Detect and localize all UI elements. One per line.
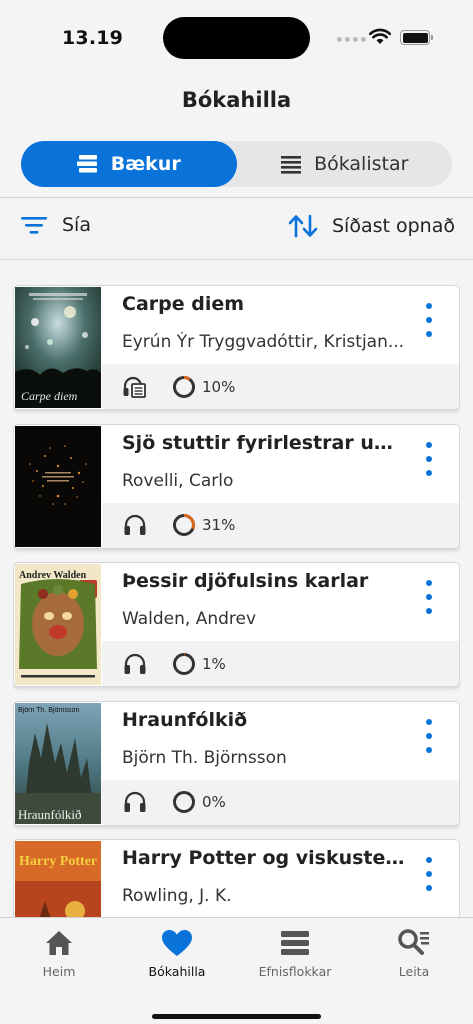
tab-bookshelf[interactable]: Bókahilla (118, 928, 236, 979)
more-options-button[interactable] (421, 303, 437, 337)
tab-bookshelf-label: Bókahilla (148, 964, 206, 979)
book-cover: Andrev Walden (15, 564, 101, 685)
tab-categories-label: Efnisflokkar (258, 964, 332, 979)
progress-text: 10% (202, 377, 236, 396)
books-stack-icon (76, 155, 97, 173)
heart-icon (162, 930, 192, 956)
more-options-button[interactable] (421, 718, 437, 753)
book-footer: 31% (102, 502, 459, 548)
progress-ring-icon (173, 375, 195, 398)
book-title: Sjö stuttir fyrirlestrar um ... (122, 431, 407, 454)
status-time: 13.19 (62, 27, 124, 49)
book-info: Þessir djöfulsins karlar Walden, Andrev (102, 563, 459, 641)
filter-button[interactable]: Sía (20, 214, 91, 236)
book-cover (15, 425, 101, 547)
home-icon (46, 931, 72, 955)
book-card[interactable]: Harry Potter Harry Potter og viskustein.… (13, 839, 460, 918)
tab-categories[interactable]: Efnisflokkar (236, 928, 354, 979)
dynamic-island (163, 17, 310, 59)
book-title: Hraunfólkið (122, 708, 248, 731)
book-title: Carpe diem (122, 293, 245, 315)
more-options-button[interactable] (421, 580, 437, 614)
headphones-icon (122, 651, 148, 677)
progress-ring-icon (173, 791, 195, 813)
book-author: Rowling, J. K. (122, 886, 232, 906)
book-title: Þessir djöfulsins karlar (122, 570, 369, 592)
headphones-icon (122, 512, 148, 538)
sort-button[interactable]: Síðast opnað (288, 214, 455, 238)
book-cover: Björn Th. Björnsson Hraunfólkið (15, 702, 101, 824)
battery-icon (400, 30, 433, 45)
cellular-signal-icon (337, 37, 366, 42)
tab-bar: Heim Bókahilla Efnisflokkar Leita (0, 917, 473, 1024)
book-info: Harry Potter og viskustein... Rowling, J… (102, 840, 459, 918)
headphones-icon (122, 789, 148, 815)
book-cover: Carpe diem (15, 287, 101, 408)
filter-label: Sía (62, 214, 91, 236)
segment-booklists[interactable]: Bókalistar (237, 141, 453, 187)
more-options-button[interactable] (421, 441, 437, 476)
sort-label: Síðast opnað (332, 215, 455, 237)
book-footer: 10% (102, 364, 459, 409)
segment-booklists-label: Bókalistar (314, 153, 409, 175)
segment-books[interactable]: Bækur (21, 141, 237, 187)
tab-search-label: Leita (398, 964, 430, 979)
divider (0, 259, 473, 260)
book-card[interactable]: Sjö stuttir fyrirlestrar um ... Rovelli,… (13, 423, 460, 549)
ebook-audio-icon (122, 374, 148, 400)
more-options-button[interactable] (421, 857, 437, 891)
book-list: Carpe diem Carpe diem Eyrún Ýr Tryggvadó… (13, 285, 460, 918)
book-info: Hraunfólkið Björn Th. Björnsson (102, 701, 459, 780)
progress-ring-icon (173, 514, 195, 536)
filter-bar: Sía Síðast opnað (0, 198, 473, 258)
book-card[interactable]: Björn Th. Björnsson Hraunfólkið Hraunfól… (13, 700, 460, 826)
book-card[interactable]: Carpe diem Carpe diem Eyrún Ýr Tryggvadó… (13, 285, 460, 410)
progress-text: 31% (202, 516, 236, 534)
status-bar: 13.19 (0, 0, 473, 76)
book-title: Harry Potter og viskustein... (122, 847, 407, 869)
cover-text: Carpe diem (21, 389, 78, 403)
search-icon (398, 929, 429, 955)
wifi-icon (369, 28, 391, 44)
page-title: Bókahilla (181, 88, 292, 112)
tab-home[interactable]: Heim (0, 928, 118, 979)
cover-text: Hraunfólkið (18, 807, 82, 822)
home-indicator (152, 1014, 321, 1019)
filter-icon (21, 217, 47, 234)
tab-search[interactable]: Leita (355, 928, 473, 979)
progress-text: 1% (202, 654, 226, 673)
list-icon (281, 156, 302, 174)
sort-arrows-icon (288, 214, 318, 238)
book-info: Carpe diem Eyrún Ýr Tryggvadóttir, Krist… (102, 286, 459, 364)
progress-text: 0% (202, 793, 226, 811)
progress-ring-icon (173, 652, 195, 675)
cover-text: Harry Potter (19, 854, 97, 869)
book-author: Björn Th. Björnsson (122, 747, 287, 768)
book-cover: Harry Potter (15, 841, 101, 918)
categories-icon (281, 931, 309, 955)
book-author: Rovelli, Carlo (122, 470, 234, 491)
book-author: Walden, Andrev (122, 609, 257, 629)
book-author: Eyrún Ýr Tryggvadóttir, Kristjan... (122, 332, 405, 352)
segmented-control: Bækur Bókalistar (21, 141, 452, 187)
segment-books-label: Bækur (110, 153, 181, 175)
book-info: Sjö stuttir fyrirlestrar um ... Rovelli,… (102, 424, 459, 503)
tab-home-label: Heim (42, 964, 76, 979)
book-footer: 1% (102, 641, 459, 686)
book-card[interactable]: Andrev Walden Þessir djöfulsins karlar W… (13, 562, 460, 687)
book-footer: 0% (102, 779, 459, 825)
svg-text:Björn Th. Björnsson: Björn Th. Björnsson (18, 707, 79, 714)
